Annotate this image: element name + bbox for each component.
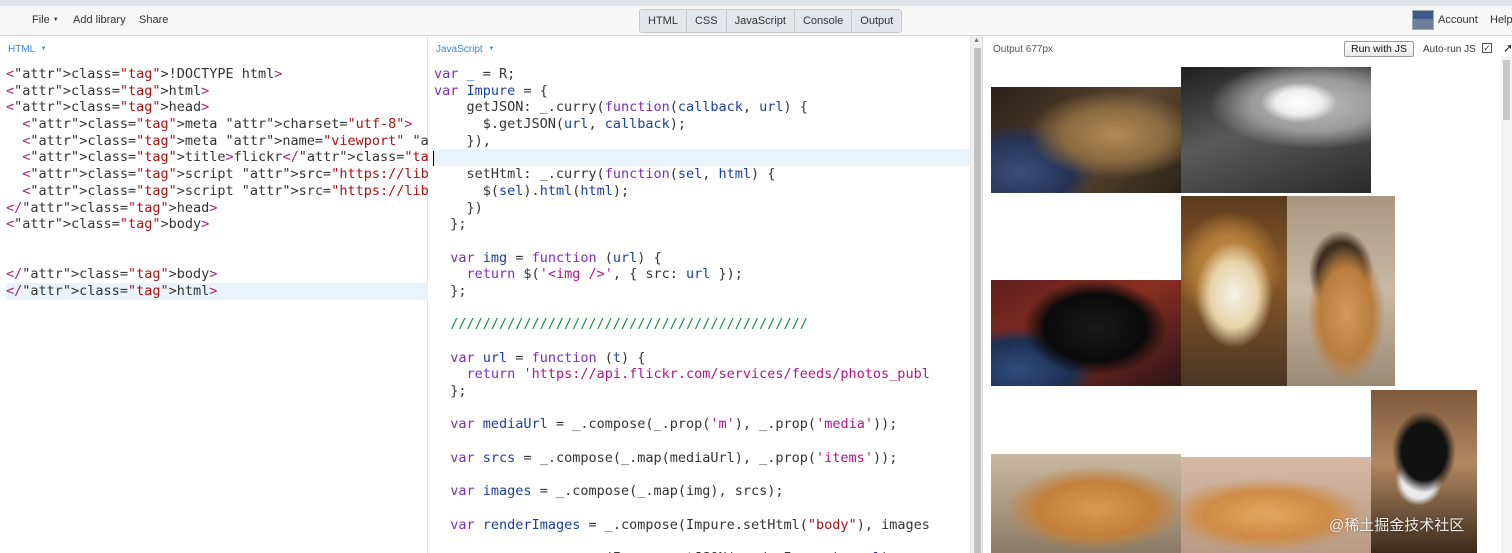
html-code-line: <"attr">class="tag">title>flickr</"attr"… [22, 149, 428, 166]
html-code-line [6, 250, 428, 267]
tab-html[interactable]: HTML [640, 10, 687, 32]
cat-photo [991, 280, 1181, 386]
file-menu[interactable]: File ▼ [32, 14, 59, 26]
javascript-code-line: }; [434, 383, 467, 400]
javascript-code-line: ////////////////////////////////////////… [434, 316, 808, 333]
javascript-code-line: var renderImages = _.compose(Impure.setH… [450, 516, 930, 533]
javascript-code-line: var img = function (url) { [450, 249, 662, 266]
javascript-code-line [434, 333, 970, 350]
javascript-code-line: getJSON: _.curry(function(callback, url)… [434, 99, 808, 116]
javascript-code-line: $.getJSON(url, callback); [434, 116, 686, 133]
run-with-js-button[interactable]: Run with JS [1344, 41, 1415, 57]
javascript-code-line: return 'https://api.flickr.com/services/… [466, 366, 930, 383]
panel-tabs: HTML CSS JavaScript Console Output [639, 9, 903, 33]
javascript-code-line: }; [434, 216, 467, 233]
javascript-code-line: var srcs = _.compose(_.map(mediaUrl), _.… [450, 449, 898, 466]
javascript-code-line: var url = function (t) { [450, 349, 646, 366]
auto-run-label: Auto-run JS [1423, 44, 1476, 55]
top-toolbar: File ▼ Add library Share HTML CSS JavaScr… [0, 0, 1512, 36]
html-code-line: <"attr">class="tag">body> [6, 216, 210, 233]
tab-console[interactable]: Console [794, 10, 853, 32]
javascript-code-line: }), [434, 132, 491, 149]
chevron-down-icon: ▼ [488, 46, 495, 52]
scroll-up-icon[interactable]: ▲ [973, 37, 980, 44]
cat-photo [991, 454, 1181, 553]
output-scrollbar[interactable] [1501, 56, 1512, 553]
auto-run-checkbox[interactable]: ✓ [1482, 43, 1492, 53]
account-link[interactable]: Account [1438, 14, 1478, 26]
javascript-code-line [434, 300, 970, 317]
javascript-code-line: }) [434, 199, 483, 216]
html-code-line: <"attr">class="tag">!DOCTYPE html> [6, 66, 283, 82]
javascript-code-line [434, 233, 970, 250]
html-code-line: <"attr">class="tag">meta "attr">name="vi… [22, 132, 428, 149]
html-panel-label: HTML [8, 44, 35, 55]
html-code-line [6, 233, 428, 250]
javascript-editor-panel: JavaScript ▼ var _ = R; var Impure = { ge… [428, 36, 970, 553]
javascript-code-line [434, 149, 970, 167]
javascript-code-line: var mediaUrl = _.compose(_.prop('m'), _.… [450, 416, 898, 433]
html-code-line: </"attr">class="tag">body> [6, 266, 218, 283]
tab-output[interactable]: Output [852, 10, 902, 32]
scrollbar-thumb[interactable] [974, 48, 981, 553]
javascript-code-line: var images = _.compose(_.map(img), srcs)… [450, 483, 784, 500]
share-button[interactable]: Share [139, 14, 168, 26]
scrollbar-thumb[interactable] [1503, 60, 1510, 120]
javascript-code-editor[interactable]: var _ = R; var Impure = { getJSON: _.curr… [434, 66, 970, 553]
cat-photo [1287, 196, 1395, 386]
chevron-down-icon: ▼ [40, 46, 47, 52]
javascript-code-line: }; [434, 282, 467, 299]
javascript-code-line [434, 533, 970, 550]
html-editor-panel: HTML ▼ <"attr">class="tag">!DOCTYPE html… [0, 36, 428, 553]
expand-icon[interactable]: ➚ [1503, 41, 1512, 55]
javascript-code-line [434, 433, 970, 450]
javascript-code-line [434, 467, 970, 484]
html-code-line: <"attr">class="tag">script "attr">src="h… [22, 182, 428, 199]
html-code-line: <"attr">class="tag">meta "attr">charset=… [22, 116, 413, 133]
javascript-panel-header[interactable]: JavaScript ▼ [436, 44, 494, 55]
javascript-code-line [434, 500, 970, 517]
cat-photo [1181, 196, 1287, 386]
editor-scrollbar[interactable]: ▲ [970, 36, 982, 553]
output-panel: Output 677px Run with JS Auto-run JS ✓ ➚… [982, 36, 1512, 553]
html-code-line: </"attr">class="tag">head> [6, 199, 218, 216]
javascript-panel-label: JavaScript [436, 44, 483, 55]
help-link[interactable]: Help [1490, 14, 1512, 26]
html-code-editor[interactable]: <"attr">class="tag">!DOCTYPE html> <"attr… [6, 66, 428, 546]
output-size-label: Output 677px [993, 44, 1054, 55]
html-panel-header[interactable]: HTML ▼ [8, 44, 47, 55]
javascript-code-line [434, 400, 970, 417]
watermark: @稀土掘金技术社区 [1329, 517, 1465, 534]
file-menu-label: File [32, 14, 50, 26]
html-code-line: <"attr">class="tag">html> [6, 82, 210, 99]
avatar[interactable] [1412, 10, 1434, 30]
cat-photo [1181, 67, 1371, 193]
javascript-code-line: var _ = R; [434, 66, 516, 82]
javascript-code-line: var Impure = { [434, 82, 548, 99]
html-code-line: <"attr">class="tag">script "attr">src="h… [22, 166, 428, 183]
cat-photo [1181, 457, 1371, 553]
javascript-code-line: return $('<img />', { src: url }); [466, 266, 743, 283]
javascript-code-line: $(sel).html(html); [434, 182, 630, 199]
html-code-line: </"attr">class="tag">html> [6, 282, 428, 300]
chevron-down-icon: ▼ [52, 17, 59, 23]
javascript-code-line: setHtml: _.curry(function(sel, html) { [434, 166, 776, 183]
add-library-button[interactable]: Add library [73, 14, 126, 26]
tab-javascript[interactable]: JavaScript [726, 10, 795, 32]
html-code-line: <"attr">class="tag">head> [6, 99, 210, 116]
tab-css[interactable]: CSS [686, 10, 727, 32]
cat-photo [991, 87, 1181, 193]
